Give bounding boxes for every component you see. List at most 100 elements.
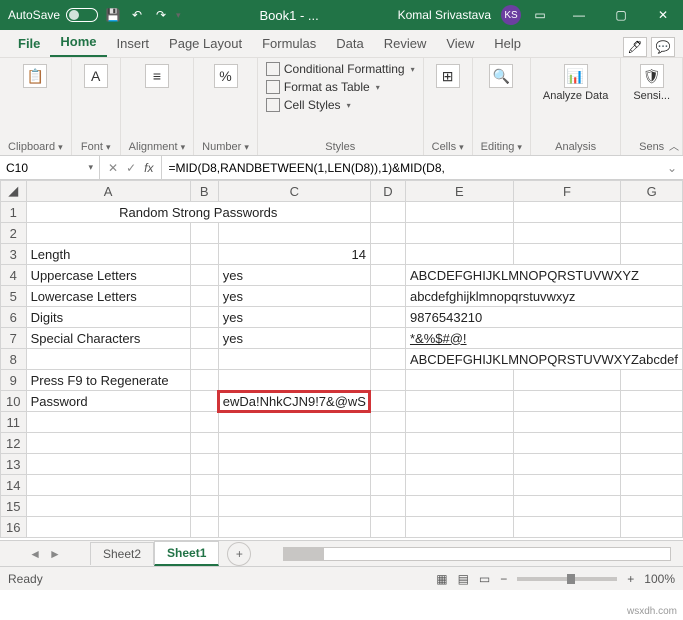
row-header[interactable]: 6 <box>1 307 27 328</box>
cell[interactable]: Press F9 to Regenerate <box>26 370 190 391</box>
cell[interactable] <box>190 328 218 349</box>
row-header[interactable]: 10 <box>1 391 27 412</box>
cell[interactable] <box>513 244 621 265</box>
cell[interactable]: Lowercase Letters <box>26 286 190 307</box>
cell[interactable] <box>26 454 190 475</box>
cell[interactable] <box>190 349 218 370</box>
cells-button[interactable]: ⊞ <box>432 62 464 90</box>
cell[interactable] <box>405 412 513 433</box>
cell[interactable] <box>190 265 218 286</box>
zoom-value[interactable]: 100% <box>644 572 675 586</box>
cell[interactable]: *&%$#@! <box>405 328 682 349</box>
sheet-next-icon[interactable]: ► <box>49 547 61 561</box>
editing-button[interactable]: 🔍 <box>485 62 517 90</box>
cell[interactable] <box>405 433 513 454</box>
close-icon[interactable]: ✕ <box>643 0 683 30</box>
cell[interactable] <box>513 475 621 496</box>
cell[interactable]: 9876543210 <box>405 307 682 328</box>
cell[interactable] <box>370 496 405 517</box>
row-header[interactable]: 8 <box>1 349 27 370</box>
cell[interactable] <box>190 307 218 328</box>
cell[interactable] <box>218 496 370 517</box>
cell[interactable] <box>190 412 218 433</box>
cell[interactable] <box>26 412 190 433</box>
cell[interactable]: 14 <box>218 244 370 265</box>
normal-view-icon[interactable]: ▦ <box>436 572 447 586</box>
horizontal-scrollbar[interactable] <box>283 547 671 561</box>
cell[interactable] <box>405 454 513 475</box>
cell[interactable] <box>26 517 190 538</box>
cell[interactable] <box>26 433 190 454</box>
name-box[interactable]: C10▾ <box>0 156 100 179</box>
cell[interactable] <box>26 223 190 244</box>
tab-help[interactable]: Help <box>484 30 531 57</box>
tab-insert[interactable]: Insert <box>107 30 160 57</box>
cell[interactable] <box>621 244 683 265</box>
cell[interactable] <box>218 433 370 454</box>
col-header-a[interactable]: A <box>26 181 190 202</box>
cell[interactable]: yes <box>218 328 370 349</box>
cell[interactable] <box>513 370 621 391</box>
cell[interactable] <box>218 454 370 475</box>
cell[interactable] <box>370 307 405 328</box>
format-as-table-button[interactable]: Format as Table▾ <box>266 80 415 94</box>
cell[interactable] <box>621 454 683 475</box>
number-button[interactable]: % <box>210 62 242 90</box>
col-header-b[interactable]: B <box>190 181 218 202</box>
cell[interactable]: ABCDEFGHIJKLMNOPQRSTUVWXYZ <box>405 265 682 286</box>
sheet-tab-sheet2[interactable]: Sheet2 <box>90 542 154 565</box>
cell[interactable] <box>405 244 513 265</box>
col-header-g[interactable]: G <box>621 181 683 202</box>
cancel-formula-icon[interactable]: ✕ <box>108 161 118 175</box>
cell[interactable]: Special Characters <box>26 328 190 349</box>
cell[interactable] <box>370 265 405 286</box>
cell[interactable] <box>621 517 683 538</box>
col-header-c[interactable]: C <box>218 181 370 202</box>
cell[interactable] <box>513 517 621 538</box>
cell[interactable]: abcdefghijklmnopqrstuvwxyz <box>405 286 682 307</box>
maximize-icon[interactable]: ▢ <box>601 0 641 30</box>
cell[interactable] <box>621 433 683 454</box>
cell[interactable] <box>370 475 405 496</box>
formula-bar[interactable]: =MID(D8,RANDBETWEEN(1,LEN(D8)),1)&MID(D8… <box>162 161 660 175</box>
row-header[interactable]: 9 <box>1 370 27 391</box>
cell[interactable] <box>370 412 405 433</box>
cell[interactable]: Digits <box>26 307 190 328</box>
cell[interactable] <box>218 223 370 244</box>
cell[interactable] <box>190 244 218 265</box>
cell[interactable] <box>190 496 218 517</box>
row-header[interactable]: 4 <box>1 265 27 286</box>
cell[interactable] <box>190 517 218 538</box>
tab-formulas[interactable]: Formulas <box>252 30 326 57</box>
tab-data[interactable]: Data <box>326 30 373 57</box>
enter-formula-icon[interactable]: ✓ <box>126 161 136 175</box>
cell[interactable] <box>26 496 190 517</box>
ribbon-display-icon[interactable]: ▭ <box>531 6 549 24</box>
cell[interactable] <box>218 412 370 433</box>
cell[interactable] <box>513 412 621 433</box>
row-header[interactable]: 15 <box>1 496 27 517</box>
cell[interactable] <box>190 433 218 454</box>
fx-icon[interactable]: fx <box>144 161 153 175</box>
collapse-ribbon-icon[interactable]: ︿ <box>669 138 679 153</box>
cell-styles-button[interactable]: Cell Styles▾ <box>266 98 415 112</box>
zoom-in-icon[interactable]: + <box>627 572 634 586</box>
zoom-out-icon[interactable]: − <box>500 572 507 586</box>
cell[interactable]: Password <box>26 391 190 412</box>
cell[interactable] <box>405 202 513 223</box>
cell[interactable] <box>513 223 621 244</box>
cell[interactable] <box>370 244 405 265</box>
cell[interactable] <box>370 223 405 244</box>
save-icon[interactable]: 💾 <box>104 6 122 24</box>
cell[interactable]: yes <box>218 307 370 328</box>
cell[interactable] <box>405 475 513 496</box>
cell[interactable] <box>370 433 405 454</box>
row-header[interactable]: 2 <box>1 223 27 244</box>
clipboard-button[interactable]: 📋 <box>19 62 51 90</box>
cell[interactable]: Uppercase Letters <box>26 265 190 286</box>
comments-button[interactable]: 💬 <box>651 37 675 57</box>
cell[interactable] <box>405 517 513 538</box>
redo-icon[interactable]: ↷ <box>152 6 170 24</box>
page-break-view-icon[interactable]: ▭ <box>479 572 490 586</box>
tab-page-layout[interactable]: Page Layout <box>159 30 252 57</box>
